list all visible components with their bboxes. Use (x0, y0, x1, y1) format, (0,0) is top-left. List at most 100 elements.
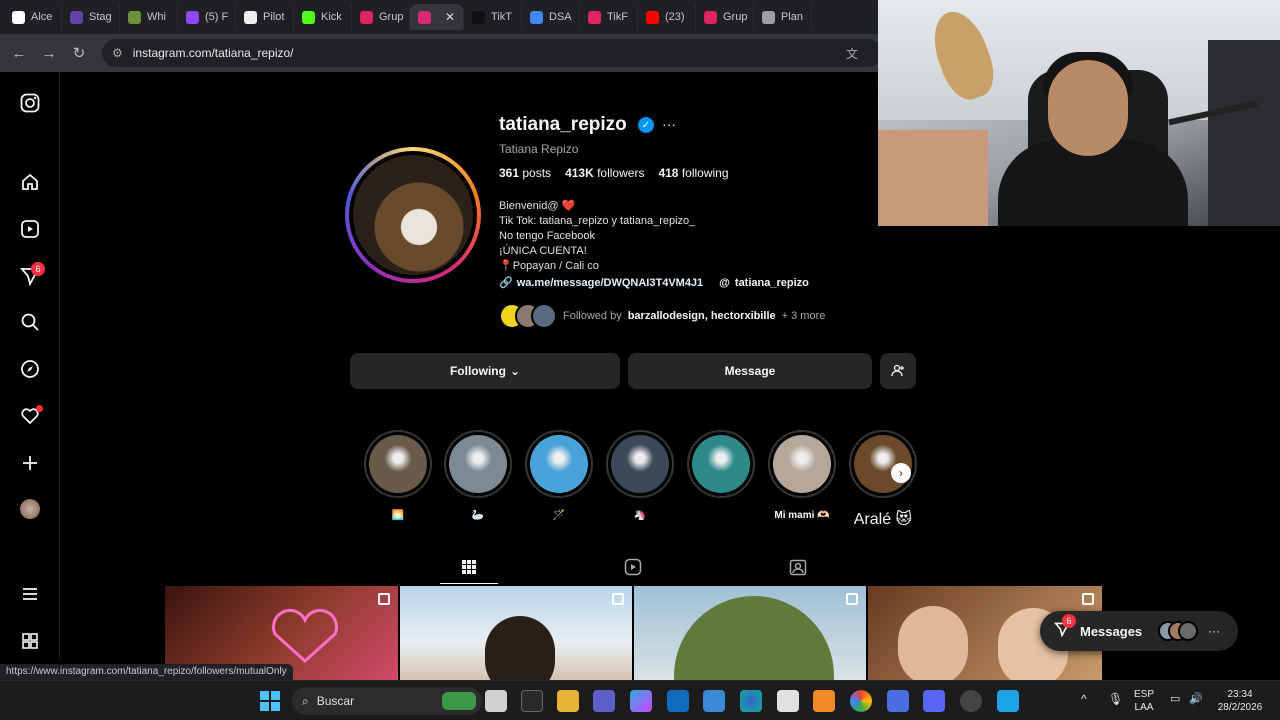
followed-by[interactable]: Followed by barzallodesign, hectorxibill… (499, 303, 825, 329)
highlight-item[interactable]: 🦢 (444, 430, 512, 524)
highlight-label: 🌅 (391, 510, 405, 521)
reels-icon[interactable] (18, 217, 42, 241)
following-button[interactable]: Following ⌄ (350, 353, 620, 389)
edge-icon[interactable] (740, 690, 762, 712)
task-view-icon[interactable] (485, 690, 507, 712)
posts-stat: 361 posts (499, 166, 552, 180)
browser-tab[interactable]: Grup (352, 4, 410, 30)
reload-icon[interactable]: ↻ (64, 44, 94, 62)
browser-tab[interactable]: Pilot (236, 4, 294, 30)
tab-favicon-icon (762, 10, 775, 24)
obs-icon[interactable] (960, 690, 982, 712)
highlight-item[interactable]: 🌅 (364, 430, 432, 524)
more-options-icon[interactable]: ··· (662, 116, 676, 132)
menu-icon[interactable] (18, 582, 42, 606)
clock[interactable]: 23:34 28/2/2026 (1212, 688, 1268, 714)
discord-icon[interactable] (923, 690, 945, 712)
followers-stat[interactable]: 413K followers (565, 166, 644, 180)
tab-reels-icon[interactable] (621, 556, 645, 578)
browser-tab[interactable]: (5) F (178, 4, 236, 30)
threads-link[interactable]: @ tatiana_repizo (719, 277, 809, 289)
highlight-item[interactable]: Mi mami 🫶🏻 (768, 430, 836, 524)
highlight-cover (611, 435, 669, 493)
browser-tab[interactable]: Plan (754, 4, 812, 30)
messages-pill[interactable]: 6 Messages ··· (1040, 611, 1238, 651)
highlight-item[interactable]: 🪄 (525, 430, 593, 524)
highlights-next-icon[interactable]: › (891, 463, 911, 483)
search-icon: ⌕ (302, 693, 309, 708)
browser-tab[interactable]: Alce (4, 4, 62, 30)
browser-tab[interactable]: DSA (522, 4, 580, 30)
messages-badge: 6 (31, 262, 45, 276)
address-bar[interactable]: ⚙ instagram.com/tatiana_repizo/ 文 (102, 39, 882, 67)
chrome-icon[interactable] (850, 690, 872, 712)
capcut-icon[interactable] (777, 690, 799, 712)
tab-favicon-icon (244, 10, 257, 24)
tab-favicon-icon (472, 10, 485, 24)
tray-chevron-icon[interactable]: ^ (1081, 693, 1087, 706)
bio-line: 📍Popayan / Cali co (499, 260, 599, 272)
app-icon[interactable] (521, 690, 543, 712)
copilot-icon[interactable] (630, 690, 652, 712)
profile-stats: 361 posts 413K followers 418 following (499, 166, 729, 180)
browser-tab[interactable]: Whi (120, 4, 178, 30)
post-thumbnail[interactable] (400, 586, 632, 680)
highlight-cover (773, 435, 831, 493)
back-arrow-icon[interactable]: ← (4, 45, 34, 62)
store-icon[interactable] (703, 690, 725, 712)
translate-icon[interactable]: 文 (846, 45, 858, 62)
outlook-icon[interactable] (667, 690, 689, 712)
search-icon[interactable] (18, 310, 42, 334)
home-icon[interactable] (18, 170, 42, 194)
tab-label: Whi (147, 11, 166, 23)
profile-full-name: Tatiana Repizo (499, 142, 579, 156)
language-indicator[interactable]: ESP LAA (1134, 688, 1154, 714)
explore-icon[interactable] (18, 357, 42, 381)
network-icon[interactable]: ▭ (1170, 693, 1180, 706)
notification-dot (36, 405, 43, 412)
highlight-label (687, 510, 755, 524)
post-thumbnail[interactable] (634, 586, 866, 680)
close-tab-icon[interactable]: ✕ (445, 10, 455, 24)
browser-tab[interactable]: Stag (62, 4, 120, 30)
browser-tab[interactable]: Kick (294, 4, 352, 30)
highlight-item[interactable] (687, 430, 755, 524)
app-icon[interactable] (997, 690, 1019, 712)
file-explorer-icon[interactable] (557, 690, 579, 712)
profile-avatar[interactable] (345, 147, 481, 283)
tab-favicon-icon (302, 10, 315, 24)
highlight-item[interactable]: 🦄 (606, 430, 674, 524)
browser-tab[interactable]: (23) (638, 4, 696, 30)
teams-icon[interactable] (593, 690, 615, 712)
browser-tab[interactable]: TikF (580, 4, 638, 30)
instagram-sidebar: 6 (0, 72, 60, 662)
carousel-icon (846, 593, 858, 605)
neon-heart-graphic (271, 608, 339, 664)
tab-tagged-icon[interactable] (786, 556, 810, 578)
tab-favicon-icon (588, 10, 601, 24)
browser-tab[interactable]: Grup (696, 4, 754, 30)
brave-icon[interactable] (813, 690, 835, 712)
site-info-icon[interactable]: ⚙ (112, 46, 123, 60)
app-icon[interactable] (887, 690, 909, 712)
following-stat[interactable]: 418 following (658, 166, 728, 180)
more-apps-icon[interactable] (18, 629, 42, 653)
suggested-users-button[interactable] (880, 353, 916, 389)
instagram-logo-icon[interactable] (18, 91, 42, 115)
tab-posts-grid-icon[interactable] (457, 556, 481, 578)
highlight-cover (530, 435, 588, 493)
create-icon[interactable] (18, 451, 42, 475)
taskbar-search[interactable]: ⌕ Buscar (292, 687, 482, 715)
external-link[interactable]: 🔗 wa.me/message/DWQNAI3T4VM4J1 (499, 276, 703, 290)
volume-icon[interactable]: 🔊 (1189, 693, 1203, 706)
microphone-icon[interactable]: 🎙 (1108, 693, 1123, 706)
bio-line: ¡ÚNICA CUENTA! (499, 245, 587, 257)
profile-avatar-icon[interactable] (18, 497, 42, 521)
forward-arrow-icon[interactable]: → (34, 45, 64, 62)
tab-label: TikT (491, 11, 512, 23)
message-button[interactable]: Message (628, 353, 872, 389)
address-url[interactable]: instagram.com/tatiana_repizo/ (133, 46, 294, 60)
browser-tab[interactable]: TikT (464, 4, 522, 30)
windows-start-icon[interactable] (259, 690, 281, 712)
browser-tab[interactable]: ✕ (410, 4, 464, 30)
